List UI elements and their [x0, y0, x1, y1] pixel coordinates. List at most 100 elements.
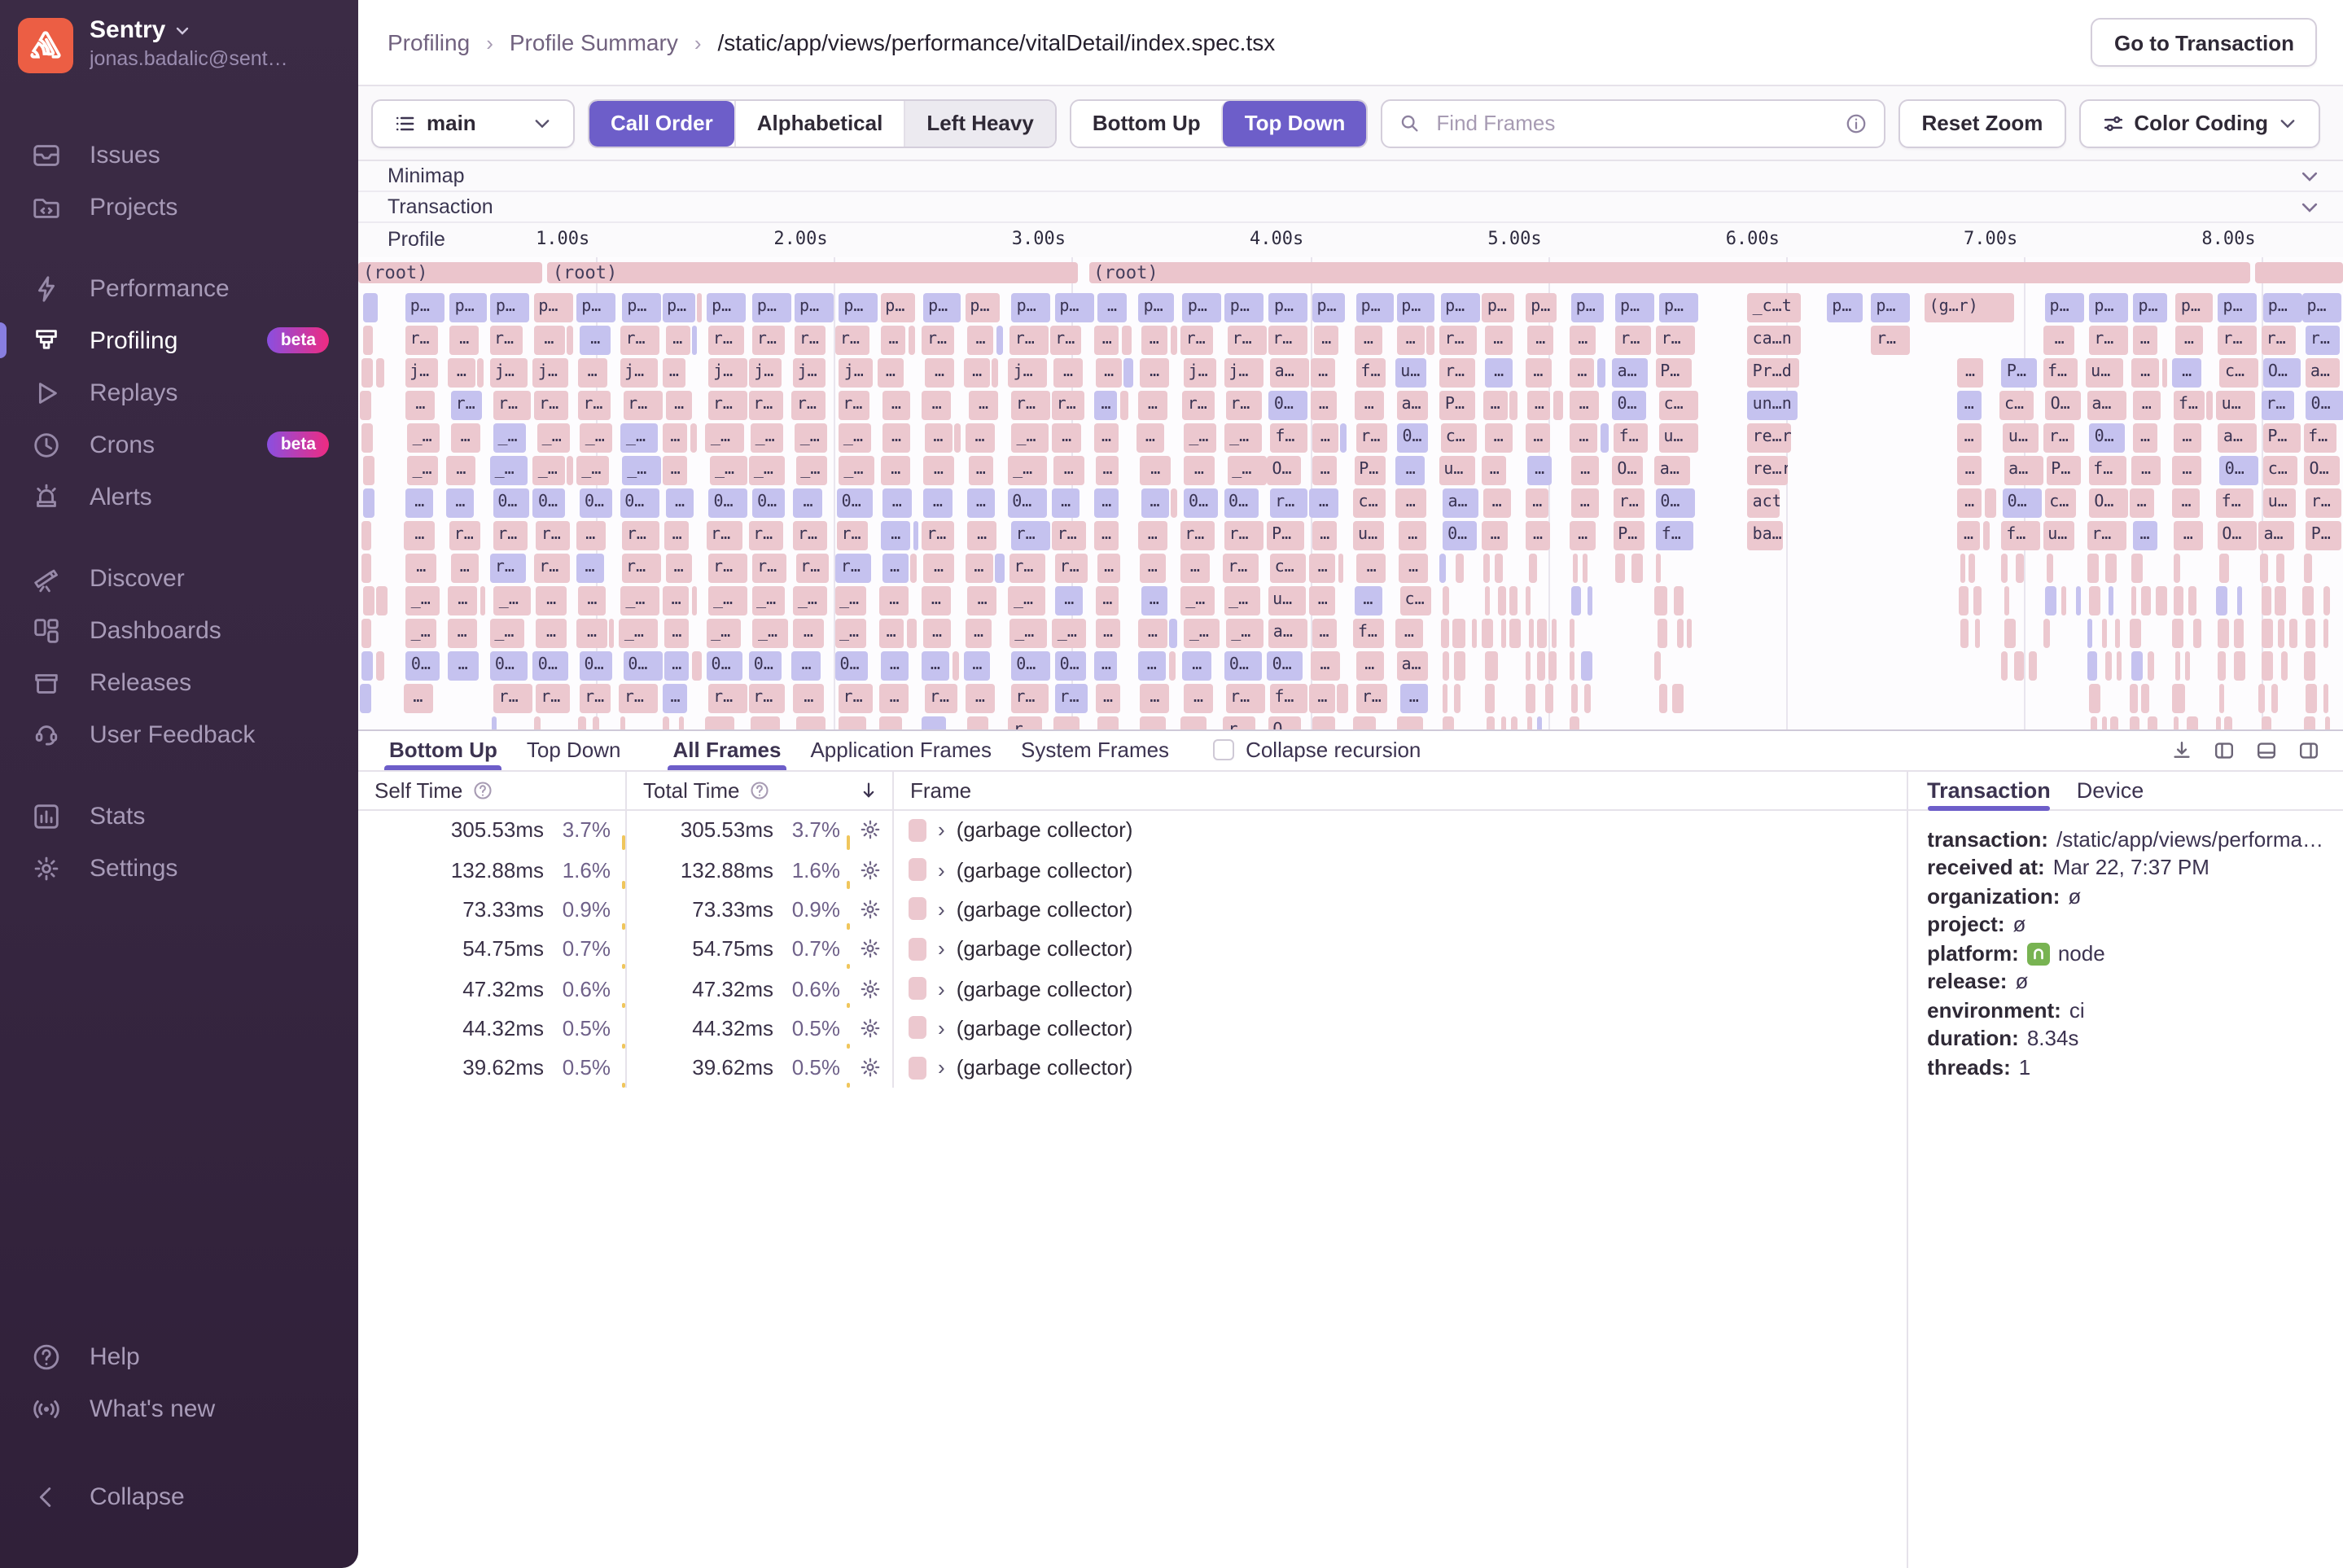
- flame-frame[interactable]: …: [1180, 716, 1207, 729]
- flame-frame[interactable]: j…: [620, 358, 658, 388]
- gear-icon[interactable]: [858, 857, 882, 882]
- flame-frame[interactable]: [1671, 684, 1684, 713]
- flame-frame[interactable]: [362, 456, 374, 485]
- flame-frame[interactable]: …: [1184, 456, 1215, 485]
- flame-root-frame[interactable]: [2255, 262, 2343, 283]
- flame-frame[interactable]: r…: [707, 391, 747, 420]
- flame-frame[interactable]: r…: [621, 554, 661, 583]
- flame-frame[interactable]: [2217, 619, 2229, 648]
- flame-frame[interactable]: [1442, 651, 1449, 681]
- flame-frame[interactable]: j…: [839, 358, 873, 388]
- flame-frame[interactable]: p…: [1224, 293, 1264, 322]
- flame-frame[interactable]: u…: [2216, 391, 2256, 420]
- flame-frame[interactable]: [477, 358, 484, 388]
- flame-frame[interactable]: [1982, 521, 1990, 550]
- flame-frame[interactable]: …: [2173, 423, 2201, 453]
- flame-frame[interactable]: [1537, 619, 1547, 648]
- flame-frame[interactable]: [2261, 716, 2272, 729]
- flame-frame[interactable]: …: [1141, 326, 1168, 355]
- flame-frame[interactable]: …: [1094, 391, 1118, 420]
- flame-frame[interactable]: r…: [2043, 423, 2075, 453]
- flame-frame[interactable]: p…: [1614, 293, 1654, 322]
- flame-frame[interactable]: …: [1138, 619, 1167, 648]
- sidebar-item-dashboards[interactable]: Dashboards: [0, 604, 358, 656]
- flame-frame[interactable]: f…: [1352, 619, 1384, 648]
- flame-frame[interactable]: …: [965, 684, 996, 713]
- flame-frame[interactable]: [1548, 651, 1557, 681]
- flame-frame[interactable]: …: [1485, 358, 1513, 388]
- flame-frame[interactable]: …: [1569, 521, 1596, 550]
- flame-frame[interactable]: [1960, 619, 1969, 648]
- flame-frame[interactable]: [1170, 326, 1177, 355]
- flame-frame[interactable]: _…: [489, 456, 528, 485]
- flame-frame[interactable]: …: [1352, 716, 1377, 729]
- flame-frame[interactable]: p…: [751, 293, 791, 322]
- flame-frame[interactable]: …: [1484, 326, 1513, 355]
- flame-frame[interactable]: j…: [1224, 358, 1263, 388]
- flame-frame[interactable]: [1655, 554, 1662, 583]
- flame-frame[interactable]: [2304, 716, 2316, 729]
- flame-frame[interactable]: …: [1956, 391, 1982, 420]
- flame-frame[interactable]: [2129, 684, 2138, 713]
- flame-frame[interactable]: [1687, 619, 1693, 648]
- flame-frame[interactable]: …: [536, 619, 567, 648]
- flame-frame[interactable]: a…: [1612, 358, 1648, 388]
- flame-frame[interactable]: p…: [707, 293, 747, 322]
- flame-frame[interactable]: P…: [2306, 521, 2342, 550]
- flame-frame[interactable]: …: [1395, 619, 1423, 648]
- flame-frame[interactable]: …: [663, 586, 690, 615]
- flame-frame[interactable]: 0…: [579, 651, 612, 681]
- flame-frame[interactable]: p…: [662, 293, 695, 322]
- flame-frame[interactable]: p…: [965, 293, 1001, 322]
- flame-frame[interactable]: P…: [1354, 456, 1386, 485]
- flame-frame[interactable]: [1676, 619, 1684, 648]
- flame-frame[interactable]: r…: [1009, 326, 1049, 355]
- flame-frame[interactable]: …: [964, 358, 990, 388]
- flame-frame[interactable]: [2061, 586, 2067, 615]
- flame-frame[interactable]: [2233, 651, 2246, 681]
- flame-frame[interactable]: [1587, 586, 1593, 615]
- flame-frame[interactable]: 0…: [1267, 651, 1303, 681]
- flame-frame[interactable]: [2140, 684, 2150, 713]
- sorting-option-call-order[interactable]: Call Order: [589, 100, 734, 146]
- sidebar-item-help[interactable]: Help: [0, 1330, 358, 1382]
- flame-frame[interactable]: r…: [1355, 423, 1387, 453]
- flame-frame[interactable]: [1571, 684, 1579, 713]
- flame-frame[interactable]: _…: [620, 586, 660, 615]
- flame-frame[interactable]: u…: [1268, 586, 1306, 615]
- flame-frame[interactable]: _…: [752, 619, 788, 648]
- flame-frame[interactable]: [1454, 684, 1461, 713]
- flame-frame[interactable]: [2193, 619, 2201, 648]
- frame-cell[interactable]: › (garbage collector): [894, 969, 1906, 1009]
- flame-frame[interactable]: [2090, 716, 2098, 729]
- flame-frame[interactable]: j…: [1183, 358, 1216, 388]
- flame-frame[interactable]: _…: [748, 456, 785, 485]
- flame-frame[interactable]: …: [922, 391, 952, 420]
- flame-frame[interactable]: [954, 423, 961, 453]
- flame-frame[interactable]: p…: [2089, 293, 2129, 322]
- flame-frame[interactable]: _…: [834, 586, 866, 615]
- flame-frame[interactable]: u…: [1353, 521, 1384, 550]
- flame-frame[interactable]: …: [1355, 391, 1384, 420]
- flame-frame[interactable]: r…: [1615, 326, 1652, 355]
- flame-frame[interactable]: …: [1310, 651, 1340, 681]
- flame-frame[interactable]: [1569, 651, 1574, 681]
- flame-frame[interactable]: [1959, 586, 1969, 615]
- flame-frame[interactable]: f…: [1614, 423, 1648, 453]
- flame-frame[interactable]: [2088, 586, 2100, 615]
- flame-frame[interactable]: p…: [1658, 293, 1698, 322]
- flame-frame[interactable]: …: [1956, 521, 1981, 550]
- flame-frame[interactable]: [2114, 619, 2120, 648]
- flame-frame[interactable]: [1984, 488, 1996, 518]
- flame-frame[interactable]: …: [1309, 586, 1336, 615]
- flame-frame[interactable]: [1580, 651, 1593, 681]
- flame-frame[interactable]: c…: [2044, 488, 2076, 518]
- flame-frame[interactable]: …: [1180, 554, 1211, 583]
- panel-right-icon[interactable]: [2297, 739, 2320, 762]
- flame-frame[interactable]: c…: [1658, 391, 1698, 420]
- sidebar-item-discover[interactable]: Discover: [0, 552, 358, 604]
- flame-frame[interactable]: j…: [708, 358, 748, 388]
- flame-frame[interactable]: [2045, 586, 2057, 615]
- flame-frame[interactable]: [1453, 651, 1465, 681]
- flame-frame[interactable]: p…: [1827, 293, 1863, 322]
